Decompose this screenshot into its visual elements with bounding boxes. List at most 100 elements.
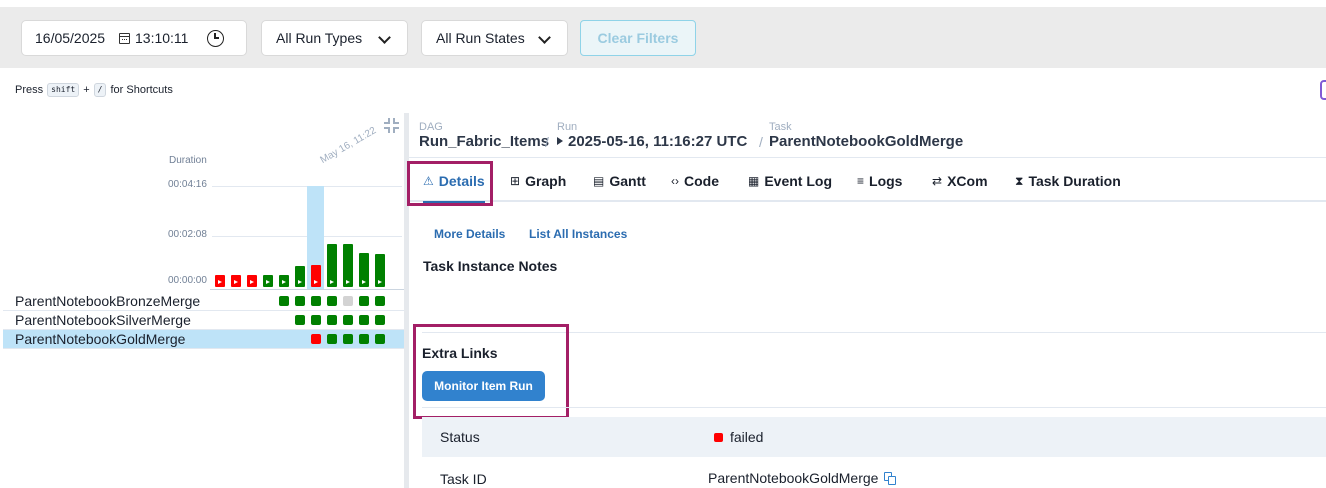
task-instance-square[interactable] [327,296,337,306]
run-types-select[interactable]: All Run Types [261,20,408,56]
duration-bar[interactable] [215,275,225,287]
status-value: failed [714,429,763,445]
gantt-icon: ▤ [593,174,605,188]
task-instance-square[interactable] [359,296,369,306]
copy-icon[interactable] [884,472,898,486]
tab-label: Code [684,173,719,189]
duration-bar[interactable] [279,275,289,287]
play-icon [557,137,563,145]
task-id-label: Task ID [440,471,487,487]
task-id-value: ParentNotebookGoldMerge [708,470,879,486]
tab-logs[interactable]: ≡ Logs [857,160,902,202]
task-row-silver[interactable]: ParentNotebookSilverMerge [3,311,404,330]
task-name: ParentNotebookSilverMerge [15,312,191,328]
clock-icon[interactable] [207,29,225,47]
code-icon: ‹› [671,174,679,188]
tab-label: XCom [947,173,988,189]
task-name: ParentNotebookGoldMerge [769,133,964,150]
task-instance-square[interactable] [311,315,321,325]
y-tick: 00:04:16 [168,179,207,190]
kbd-shift: shift [47,83,80,97]
duration-bar[interactable] [295,266,305,287]
duration-bar[interactable] [247,275,257,287]
task-list: ParentNotebookBronzeMerge ParentNotebook… [3,292,404,349]
duration-bar[interactable] [327,244,337,287]
tab-bar: ⚠ Details ⊞ Graph ▤ Gantt ‹› Code ▦ Event Log… [409,160,1326,203]
tab-code[interactable]: ‹› Code [671,160,719,202]
highlight-box-extra-links [413,324,569,419]
duration-axis-label: Duration [169,155,207,166]
run-states-select[interactable]: All Run States [421,20,568,56]
task-instance-square[interactable] [375,334,385,344]
duration-bar[interactable] [311,265,321,287]
divider [422,407,1326,408]
tab-gantt[interactable]: ▤ Gantt [593,160,646,202]
kbd-slash: / [93,83,107,97]
task-instance-square[interactable] [375,296,385,306]
edge-button[interactable] [1320,80,1326,100]
task-instance-square[interactable] [359,334,369,344]
axis-line [210,289,404,290]
task-row-gold[interactable]: ParentNotebookGoldMerge [3,330,404,349]
clear-filters-button[interactable]: Clear Filters [580,20,696,56]
calendar-icon [119,32,130,44]
date-time-picker[interactable]: 16/05/2025 13:10:11 [21,20,247,56]
collapse-icon[interactable] [384,118,399,133]
task-notes-heading: Task Instance Notes [423,258,558,274]
duration-bar[interactable] [263,275,273,287]
tab-label: Graph [525,173,567,189]
task-instance-square[interactable] [343,315,353,325]
status-row [422,417,1326,457]
list-all-instances-link[interactable]: List All Instances [529,227,627,241]
tab-label: Gantt [609,173,646,189]
breadcrumb-run[interactable]: Run 2025-05-16, 11:16:27 UTC [557,121,747,150]
breadcrumb-sep: / [759,134,763,150]
time-value: 13:10:11 [135,30,189,46]
breadcrumb-dag[interactable]: DAG Run_Fabric_Items [419,121,549,150]
task-instance-square[interactable] [295,315,305,325]
list-icon: ≡ [857,174,865,188]
tab-event-log[interactable]: ▦ Event Log [748,160,832,202]
breadcrumb-sep: / [545,134,549,150]
failed-status-dot [714,433,723,442]
task-name: ParentNotebookBronzeMerge [15,293,201,309]
hint-plus: + [83,84,90,96]
task-row-bronze[interactable]: ParentNotebookBronzeMerge [3,292,404,311]
tab-label: Task Duration [1028,173,1121,189]
duration-bar[interactable] [375,254,385,287]
duration-bar[interactable] [343,243,353,287]
task-instance-square[interactable] [327,334,337,344]
tab-task-duration[interactable]: ⧗ Task Duration [1015,160,1121,202]
duration-bar[interactable] [359,253,369,287]
filter-bar: 16/05/2025 13:10:11 All Run Types All Ru… [0,7,1326,68]
tab-graph[interactable]: ⊞ Graph [510,160,566,202]
task-instance-square[interactable] [343,296,353,306]
chevron-down-icon [538,31,551,44]
y-tick: 00:00:00 [168,275,207,286]
y-tick: 00:02:08 [168,229,207,240]
chevron-down-icon [378,31,391,44]
task-instance-square[interactable] [343,334,353,344]
task-instance-square[interactable] [359,315,369,325]
task-instance-square[interactable] [327,315,337,325]
divider [409,157,1326,158]
graph-icon: ⊞ [510,174,521,188]
more-details-link[interactable]: More Details [434,227,505,241]
task-instance-square[interactable] [295,296,305,306]
run-key: Run [557,121,578,133]
breadcrumb-task[interactable]: Task ParentNotebookGoldMerge [769,121,963,150]
task-instance-square[interactable] [375,315,385,325]
date-value: 16/05/2025 [35,30,106,46]
hourglass-icon: ⧗ [1015,173,1024,188]
highlight-box-details [407,161,493,206]
tab-xcom[interactable]: ⇄ XCom [932,160,988,202]
hint-press: Press [15,84,44,96]
task-instance-square[interactable] [311,296,321,306]
task-instance-square[interactable] [311,334,321,344]
run-id: 2025-05-16, 11:16:27 UTC [568,133,748,150]
swap-icon: ⇄ [932,174,943,188]
tab-label: Event Log [764,173,833,189]
calendar-icon: ▦ [748,174,760,188]
duration-bar[interactable] [231,275,241,287]
task-instance-square[interactable] [279,296,289,306]
